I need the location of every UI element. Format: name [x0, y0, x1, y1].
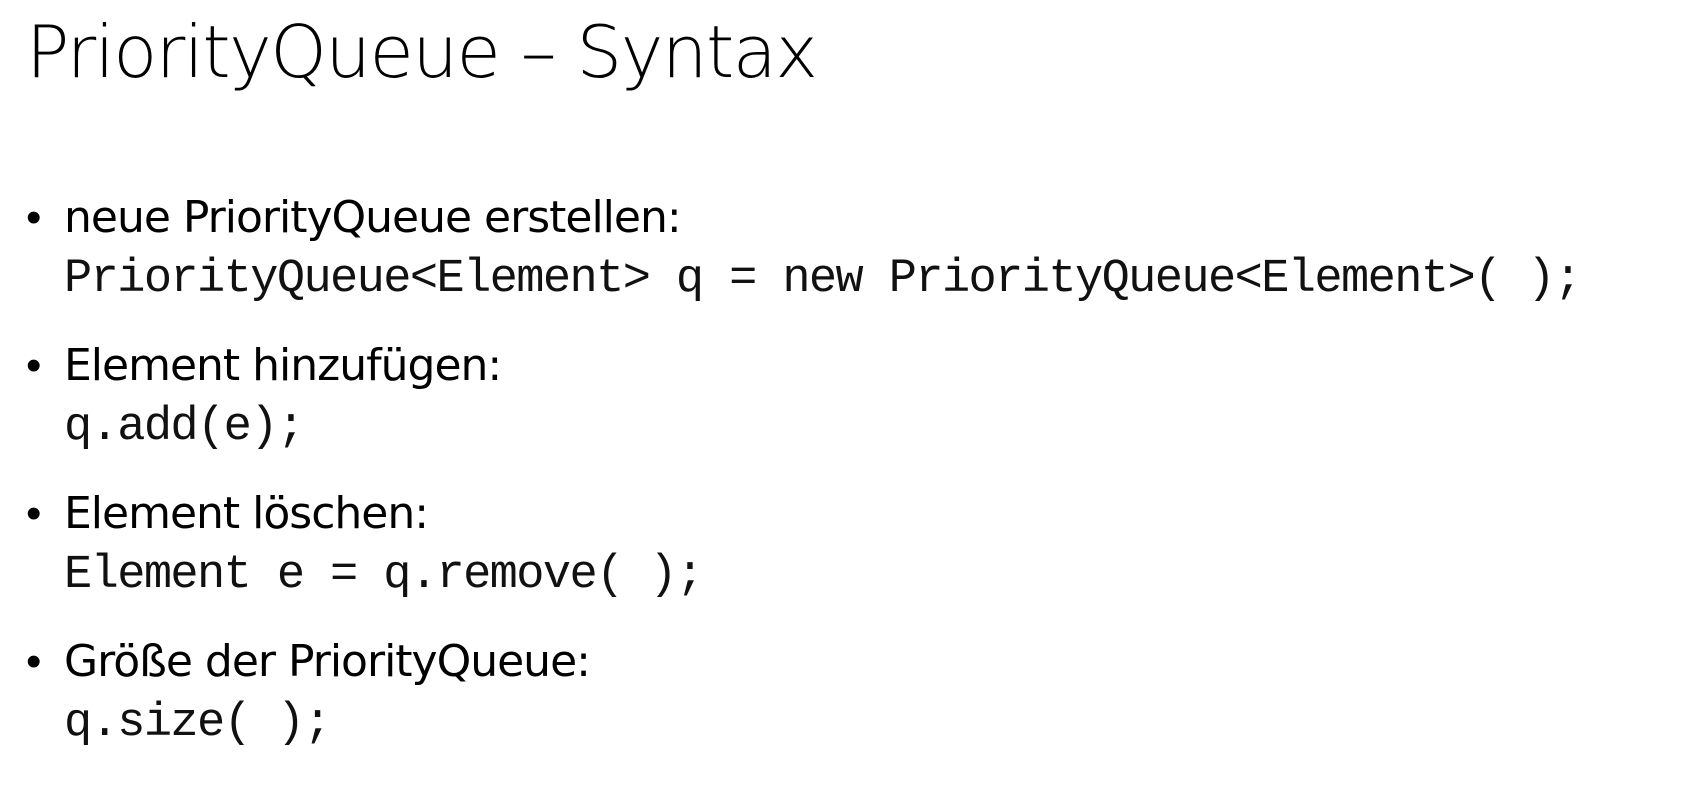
slide: PriorityQueue – Syntax • neue PriorityQu… — [0, 0, 1700, 794]
bullet-marker: • — [26, 193, 42, 242]
list-item: • Element löschen: Element e = q.remove(… — [26, 486, 1686, 610]
item-heading: neue PriorityQueue erstellen: — [64, 192, 682, 243]
code-snippet: q.size( ); — [64, 697, 332, 750]
list-item: • Größe der PriorityQueue: q.size( ); — [26, 634, 1686, 758]
bullet-marker: • — [26, 637, 42, 686]
item-heading: Element löschen: — [64, 488, 429, 539]
code-snippet: q.add(e); — [64, 401, 305, 454]
bullet-marker: • — [26, 341, 42, 390]
bullet-list: • neue PriorityQueue erstellen: Priority… — [26, 190, 1686, 782]
list-item: • Element hinzufügen: q.add(e); — [26, 338, 1686, 462]
item-heading: Element hinzufügen: — [64, 340, 502, 391]
code-snippet: Element e = q.remove( ); — [64, 549, 704, 602]
slide-title: PriorityQueue – Syntax — [26, 10, 818, 94]
bullet-marker: • — [26, 489, 42, 538]
item-heading: Größe der PriorityQueue: — [64, 636, 591, 687]
list-item: • neue PriorityQueue erstellen: Priority… — [26, 190, 1686, 314]
code-snippet: PriorityQueue<Element> q = new PriorityQ… — [64, 253, 1582, 306]
